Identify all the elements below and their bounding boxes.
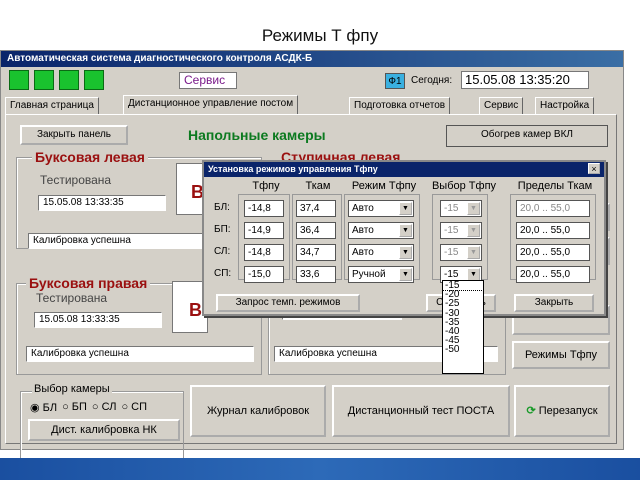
mode-value-sl: Авто bbox=[352, 247, 374, 258]
tkam-value-bp: 36,4 bbox=[296, 222, 336, 239]
dialog-title: Установка режимов управления Тфпу bbox=[204, 162, 604, 177]
right-axlebox-title: Буксовая правая bbox=[26, 275, 151, 291]
choice-value-bp: -15 bbox=[444, 225, 459, 236]
remote-test-button[interactable]: Дистанционный тест ПОСТА bbox=[332, 385, 510, 437]
radio-sp[interactable]: ○ СП bbox=[121, 401, 147, 414]
mode-select-sl[interactable]: Авто ▼ bbox=[348, 244, 414, 261]
radio-bp[interactable]: ○ БП bbox=[62, 401, 87, 414]
choice-dropdown-list[interactable]: -15 -20 -25 -30 -35 -40 -45 -50 bbox=[442, 280, 484, 374]
limits-value-bl: 20,0 .. 55,0 bbox=[516, 200, 590, 217]
camera-select-title: Выбор камеры bbox=[32, 383, 112, 395]
datetime-field: 15.05.08 13:35:20 bbox=[461, 71, 589, 89]
slide-title: Режимы Т фпу bbox=[261, 26, 379, 45]
right-axlebox-date: 15.05.08 13:33:35 bbox=[34, 312, 162, 328]
dist-calibration-button[interactable]: Дист. калибровка НК bbox=[28, 419, 180, 441]
request-modes-button[interactable]: Запрос темп. режимов bbox=[216, 294, 360, 312]
today-label: Сегодня: bbox=[411, 75, 453, 86]
col-tfpu: Тфпу bbox=[252, 180, 280, 192]
tkam-value-sl: 34,7 bbox=[296, 244, 336, 261]
restart-label: Перезапуск bbox=[538, 405, 598, 417]
floor-cameras-title: Напольные камеры bbox=[188, 127, 326, 143]
close-panel-button[interactable]: Закрыть панель bbox=[20, 125, 128, 145]
dialog-close-button[interactable]: Закрыть bbox=[514, 294, 594, 312]
choice-select-bp: -15 ▼ bbox=[440, 222, 482, 239]
mode-select-bl[interactable]: Авто ▼ bbox=[348, 200, 414, 217]
mode-value-sp: Ручной bbox=[352, 269, 386, 280]
window-title: Автоматическая система диагностического … bbox=[1, 51, 623, 67]
tab-main[interactable]: Главная страница bbox=[5, 97, 99, 114]
row-label-sl: СЛ: bbox=[214, 246, 231, 257]
tkam-value-bl: 37,4 bbox=[296, 200, 336, 217]
status-indicator-3 bbox=[59, 70, 79, 90]
radio-sl[interactable]: ○ СЛ bbox=[92, 401, 117, 414]
status-indicator-2 bbox=[34, 70, 54, 90]
service-label: Сервис bbox=[179, 72, 237, 89]
row-label-bl: БЛ: bbox=[214, 202, 230, 213]
refresh-icon: ⟳ bbox=[526, 405, 536, 417]
heating-button[interactable]: Обогрев камер ВКЛ bbox=[446, 125, 608, 147]
chevron-down-icon: ▼ bbox=[399, 268, 412, 281]
chevron-down-icon: ▼ bbox=[467, 202, 480, 215]
left-axlebox-status: Тестирована bbox=[40, 173, 112, 187]
col-limits: Пределы Ткам bbox=[517, 180, 593, 192]
mode-value-bp: Авто bbox=[352, 225, 374, 236]
left-axlebox-date: 15.05.08 13:33:35 bbox=[38, 195, 166, 211]
right-axlebox-status: Тестирована bbox=[36, 291, 108, 305]
limits-value-sp: 20,0 .. 55,0 bbox=[516, 266, 590, 283]
choice-value-sp: -15 bbox=[444, 269, 459, 280]
restart-button[interactable]: ⟳ Перезапуск bbox=[514, 385, 610, 437]
mode-select-sp[interactable]: Ручной ▼ bbox=[348, 266, 414, 283]
tfpu-value-sp: -15,0 bbox=[244, 266, 284, 283]
f1-button[interactable]: Ф1 bbox=[385, 73, 405, 89]
tfpu-dialog: Установка режимов управления Тфпу × Тфпу… bbox=[202, 160, 606, 316]
status-indicator-1 bbox=[9, 70, 29, 90]
limits-value-sl: 20,0 .. 55,0 bbox=[516, 244, 590, 261]
limits-value-bp: 20,0 .. 55,0 bbox=[516, 222, 590, 239]
tfpu-value-sl: -14,8 bbox=[244, 244, 284, 261]
chevron-down-icon: ▼ bbox=[467, 246, 480, 259]
tab-service[interactable]: Сервис bbox=[479, 97, 524, 114]
tab-remote-control[interactable]: Дистанционное управление постом bbox=[123, 95, 299, 115]
dropdown-option[interactable]: -50 bbox=[443, 345, 483, 355]
tab-reports[interactable]: Подготовка отчетов bbox=[349, 97, 451, 114]
dialog-close-icon[interactable]: × bbox=[588, 163, 600, 174]
choice-select-bl: -15 ▼ bbox=[440, 200, 482, 217]
left-axlebox-calib: Калибровка успешна bbox=[28, 233, 208, 249]
right-axlebox-calib: Калибровка успешна bbox=[26, 346, 254, 362]
col-tkam: Ткам bbox=[305, 180, 331, 192]
col-mode: Режим Тфпу bbox=[351, 180, 417, 192]
choice-value-bl: -15 bbox=[444, 203, 459, 214]
mode-select-bp[interactable]: Авто ▼ bbox=[348, 222, 414, 239]
tfpu-value-bl: -14,8 bbox=[244, 200, 284, 217]
chevron-down-icon: ▼ bbox=[399, 202, 412, 215]
chevron-down-icon: ▼ bbox=[399, 246, 412, 259]
chevron-down-icon: ▼ bbox=[399, 224, 412, 237]
radio-bl[interactable]: ◉ БЛ bbox=[30, 401, 57, 414]
status-indicator-4 bbox=[84, 70, 104, 90]
tkam-value-sp: 33,6 bbox=[296, 266, 336, 283]
mode-value-bl: Авто bbox=[352, 203, 374, 214]
tfpu-modes-button[interactable]: Режимы Тфпу bbox=[512, 341, 610, 369]
row-label-sp: СП: bbox=[214, 268, 232, 279]
left-axlebox-title: Буксовая левая bbox=[32, 149, 148, 165]
choice-value-sl: -15 bbox=[444, 247, 459, 258]
tab-settings[interactable]: Настройка bbox=[535, 97, 595, 114]
chevron-down-icon: ▼ bbox=[467, 224, 480, 237]
camera-radio-group: ◉ БЛ ○ БП ○ СЛ ○ СП bbox=[30, 401, 147, 414]
calibration-journal-button[interactable]: Журнал калибровок bbox=[190, 385, 326, 437]
col-choice: Выбор Тфпу bbox=[431, 180, 497, 192]
bottom-bar bbox=[0, 458, 640, 480]
tfpu-value-bp: -14,9 bbox=[244, 222, 284, 239]
row-label-bp: БП: bbox=[214, 224, 231, 235]
choice-select-sl: -15 ▼ bbox=[440, 244, 482, 261]
